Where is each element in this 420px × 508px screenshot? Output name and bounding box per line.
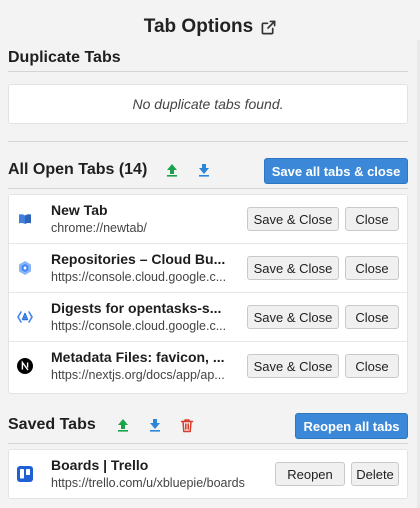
tab-title: Repositories – Cloud Bu... (51, 251, 226, 267)
tab-info: New Tab chrome://newtab/ (51, 201, 233, 237)
cloud-build-icon (17, 260, 33, 276)
tab-url: https://console.cloud.google.c... (51, 270, 227, 284)
tab-info: Digests for opentasks-s... https://conso… (51, 299, 233, 335)
tab-options-popup: Tab Options Duplicate Tabs No duplicate … (0, 0, 420, 508)
saved-tab-row: Boards | Trello https://trello.com/u/xbl… (9, 450, 407, 498)
trash-icon (180, 418, 194, 432)
book-icon (17, 211, 33, 227)
upload-arrow-icon (167, 164, 177, 177)
reopen-all-tabs-button[interactable]: Reopen all tabs (295, 413, 408, 439)
save-close-button[interactable]: Save & Close (247, 207, 339, 231)
empty-message: No duplicate tabs found. (132, 96, 284, 112)
trello-icon (17, 466, 33, 482)
saved-tabs-title: Saved Tabs (8, 416, 96, 433)
close-button[interactable]: Close (345, 207, 399, 231)
tab-url: chrome://newtab/ (51, 221, 147, 235)
nextjs-icon (17, 358, 33, 374)
close-button[interactable]: Close (345, 256, 399, 280)
open-tabs-list: New Tab chrome://newtab/ Save & Close Cl… (8, 194, 408, 394)
duplicate-tabs-title: Duplicate Tabs (8, 49, 121, 66)
external-link-icon[interactable] (261, 20, 276, 35)
tab-row: Metadata Files: favicon, ... https://nex… (9, 342, 407, 390)
delete-saved-tabs-button[interactable] (178, 416, 196, 434)
export-open-tabs-button[interactable] (163, 161, 181, 179)
tab-info: Boards | Trello https://trello.com/u/xbl… (51, 456, 251, 492)
tab-title: Digests for opentasks-s... (51, 300, 222, 316)
tab-title: New Tab (51, 202, 108, 218)
close-button[interactable]: Close (345, 354, 399, 378)
divider (8, 141, 408, 142)
reopen-button[interactable]: Reopen (275, 462, 345, 486)
tab-info: Repositories – Cloud Bu... https://conso… (51, 250, 233, 286)
download-arrow-icon (150, 419, 160, 432)
tab-row: New Tab chrome://newtab/ Save & Close Cl… (9, 195, 407, 243)
tab-title: Boards | Trello (51, 457, 149, 473)
saved-tabs-list: Boards | Trello https://trello.com/u/xbl… (8, 449, 408, 499)
import-open-tabs-button[interactable] (195, 161, 213, 179)
page-title: Tab Options (143, 16, 254, 37)
cloud-code-icon (17, 309, 33, 325)
divider (8, 71, 408, 72)
divider (8, 188, 408, 189)
save-close-button[interactable]: Save & Close (247, 305, 339, 329)
tab-info: Metadata Files: favicon, ... https://nex… (51, 348, 233, 384)
tab-url: https://trello.com/u/xbluepie/boards (51, 476, 245, 490)
close-button[interactable]: Close (345, 305, 399, 329)
tab-row: Digests for opentasks-s... https://conso… (9, 293, 407, 341)
tab-row: Repositories – Cloud Bu... https://conso… (9, 244, 407, 292)
download-arrow-icon (199, 164, 209, 177)
tab-title: Metadata Files: favicon, ... (51, 349, 225, 365)
popup-header: Tab Options (0, 0, 420, 54)
divider (8, 443, 408, 444)
save-close-button[interactable]: Save & Close (247, 256, 339, 280)
save-close-button[interactable]: Save & Close (247, 354, 339, 378)
open-tabs-title: All Open Tabs (14) (8, 161, 148, 178)
import-saved-tabs-button[interactable] (146, 416, 164, 434)
duplicate-tabs-empty-state: No duplicate tabs found. (8, 84, 408, 124)
upload-arrow-icon (118, 419, 128, 432)
tab-url: https://console.cloud.google.c... (51, 319, 227, 333)
delete-button[interactable]: Delete (351, 462, 399, 486)
tab-url: https://nextjs.org/docs/app/ap... (51, 368, 225, 382)
save-all-tabs-close-button[interactable]: Save all tabs & close (264, 158, 408, 184)
export-saved-tabs-button[interactable] (114, 416, 132, 434)
